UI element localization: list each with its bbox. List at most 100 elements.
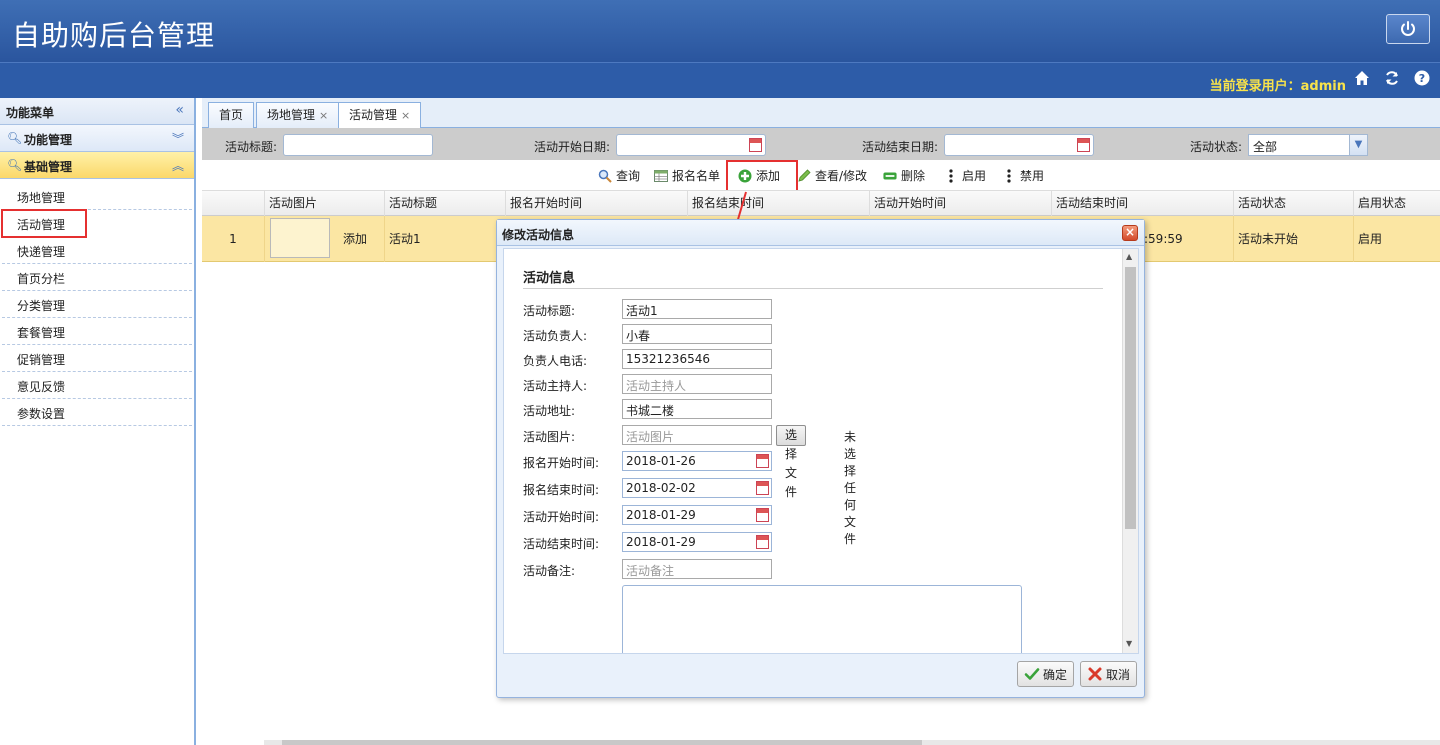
field-label: 活动备注: bbox=[523, 564, 576, 578]
search-icon: 🔍︎ bbox=[7, 131, 23, 145]
activity-address-input[interactable]: 书城二楼 bbox=[622, 399, 772, 419]
sidebar-item-category[interactable]: 分类管理 bbox=[2, 291, 192, 318]
filter-title-input[interactable] bbox=[283, 134, 433, 156]
sidebar-item-promotion[interactable]: 促销管理 bbox=[2, 345, 192, 372]
user-bar: 当前登录用户：admin ? bbox=[0, 62, 1440, 98]
search-icon: 🔍︎ bbox=[7, 158, 23, 172]
vertical-scrollbar[interactable]: ▲ ▼ bbox=[1122, 249, 1138, 653]
table-icon bbox=[654, 169, 668, 182]
column-header[interactable]: 活动结束时间 bbox=[1051, 191, 1233, 216]
field-label: 活动开始时间: bbox=[523, 510, 600, 524]
activity-image-input[interactable]: 活动图片 bbox=[622, 425, 772, 445]
home-icon[interactable] bbox=[1354, 70, 1370, 86]
filter-title-label: 活动标题: bbox=[225, 140, 278, 154]
filter-start-date-input[interactable] bbox=[616, 134, 766, 156]
scroll-up-icon[interactable]: ▲ bbox=[1126, 252, 1132, 261]
column-header[interactable]: 活动开始时间 bbox=[869, 191, 1051, 216]
scrollbar-thumb[interactable] bbox=[1125, 267, 1136, 529]
activity-title-input[interactable]: 活动1 bbox=[622, 299, 772, 319]
enable-button[interactable]: 启用 bbox=[944, 167, 986, 184]
dialog-body: 活动信息 活动标题: 活动1 活动负责人: 小春 负责人电话: 15321236… bbox=[503, 248, 1139, 654]
delete-button[interactable]: 删除 bbox=[883, 167, 925, 184]
filter-status-label: 活动状态: bbox=[1190, 140, 1243, 154]
tab-strip: 首页 场地管理 × 活动管理 × bbox=[202, 98, 1440, 129]
column-header[interactable]: 报名开始时间 bbox=[505, 191, 687, 216]
sidebar-item-venue[interactable]: 场地管理 bbox=[2, 183, 192, 210]
scroll-down-icon[interactable]: ▼ bbox=[1126, 639, 1132, 648]
field-label: 活动结束时间: bbox=[523, 537, 600, 551]
column-header[interactable]: 启用状态 bbox=[1353, 191, 1440, 216]
tab-label: 首页 bbox=[219, 108, 244, 122]
filter-status-select[interactable]: 全部 ▼ bbox=[1248, 134, 1368, 156]
tab-activity[interactable]: 活动管理 × bbox=[338, 102, 422, 129]
filter-start-label: 活动开始日期: bbox=[534, 140, 611, 154]
activity-image-cell: 添加 bbox=[264, 216, 384, 262]
sidebar-group-function[interactable]: 🔍︎ 功能管理 ︾ bbox=[0, 125, 194, 152]
activity-host-input[interactable]: 活动主持人 bbox=[622, 374, 772, 394]
filter-bar: 活动标题: 活动开始日期: 活动结束日期: 活动状态: 全部 ▼ bbox=[202, 128, 1440, 160]
logout-button[interactable] bbox=[1386, 14, 1430, 44]
view-edit-button[interactable]: 查看/修改 bbox=[797, 167, 867, 184]
column-header[interactable]: 活动状态 bbox=[1233, 191, 1353, 216]
scrollbar-thumb[interactable] bbox=[282, 740, 922, 745]
sidebar-item-activity[interactable]: 活动管理 bbox=[1, 209, 87, 238]
sidebar-group-label: 功能管理 bbox=[24, 133, 73, 147]
disable-button[interactable]: 禁用 bbox=[1002, 167, 1044, 184]
sidebar-title: 功能菜单 bbox=[6, 106, 55, 120]
calendar-icon[interactable] bbox=[756, 481, 769, 495]
calendar-icon[interactable] bbox=[1077, 138, 1090, 152]
choose-file-button[interactable]: 选择文件 bbox=[776, 425, 807, 499]
sidebar-group-label: 基础管理 bbox=[24, 160, 73, 174]
collapse-sidebar-icon[interactable]: « bbox=[175, 102, 184, 118]
svg-text:?: ? bbox=[1419, 72, 1425, 85]
more-vertical-icon bbox=[949, 168, 953, 183]
close-icon[interactable]: × bbox=[401, 109, 410, 122]
help-icon[interactable]: ? bbox=[1414, 70, 1430, 86]
refresh-icon[interactable] bbox=[1384, 70, 1400, 86]
more-vertical-icon bbox=[1007, 168, 1011, 183]
cancel-button[interactable]: 取消 bbox=[1080, 661, 1138, 687]
signup-start-date-input[interactable]: 2018-01-26 bbox=[622, 451, 772, 471]
sidebar-group-basic[interactable]: 🔍︎ 基础管理 ︽ bbox=[0, 152, 194, 179]
sidebar-item-express[interactable]: 快递管理 bbox=[2, 237, 192, 264]
signup-end-date-input[interactable]: 2018-02-02 bbox=[622, 478, 772, 498]
activity-leader-input[interactable]: 小春 bbox=[622, 324, 772, 344]
delete-label: 删除 bbox=[901, 169, 926, 183]
pencil-icon bbox=[798, 168, 811, 182]
date-value: 2018-01-29 bbox=[626, 535, 696, 549]
confirm-button[interactable]: 确定 bbox=[1017, 661, 1075, 687]
column-header[interactable]: 活动图片 bbox=[264, 191, 384, 216]
column-header[interactable]: 报名结束时间 bbox=[687, 191, 869, 216]
column-header[interactable]: 活动标题 bbox=[384, 191, 505, 216]
close-icon[interactable]: × bbox=[319, 109, 328, 122]
tab-venue[interactable]: 场地管理 × bbox=[256, 102, 340, 128]
tab-home[interactable]: 首页 bbox=[208, 102, 255, 128]
activity-status-cell: 活动未开始 bbox=[1233, 216, 1353, 262]
signup-list-button[interactable]: 报名名单 bbox=[654, 167, 720, 184]
calendar-icon[interactable] bbox=[756, 454, 769, 468]
calendar-icon[interactable] bbox=[756, 535, 769, 549]
status-select-value: 全部 bbox=[1253, 140, 1278, 154]
horizontal-scrollbar[interactable] bbox=[264, 740, 1440, 745]
activity-end-date-input[interactable]: 2018-01-29 bbox=[622, 532, 772, 552]
sidebar-item-settings[interactable]: 参数设置 bbox=[2, 399, 192, 426]
remark-textarea[interactable] bbox=[622, 585, 1022, 653]
field-label: 报名结束时间: bbox=[523, 483, 600, 497]
sidebar-item-home-column[interactable]: 首页分栏 bbox=[2, 264, 192, 291]
sidebar-item-package[interactable]: 套餐管理 bbox=[2, 318, 192, 345]
sidebar-item-feedback[interactable]: 意见反馈 bbox=[2, 372, 192, 399]
filter-end-date-input[interactable] bbox=[944, 134, 1094, 156]
calendar-icon[interactable] bbox=[749, 138, 762, 152]
calendar-icon[interactable] bbox=[756, 508, 769, 522]
leader-phone-input[interactable]: 15321236546 bbox=[622, 349, 772, 369]
cancel-label: 取消 bbox=[1106, 667, 1131, 682]
query-button[interactable]: 查询 bbox=[598, 167, 640, 184]
dialog-titlebar[interactable]: 修改活动信息 × bbox=[497, 220, 1144, 246]
activity-start-date-input[interactable]: 2018-01-29 bbox=[622, 505, 772, 525]
field-label: 活动地址: bbox=[523, 404, 576, 418]
field-label: 报名开始时间: bbox=[523, 456, 600, 470]
activity-remark-input[interactable]: 活动备注 bbox=[622, 559, 772, 579]
close-icon[interactable]: × bbox=[1122, 225, 1138, 241]
tab-label: 活动管理 bbox=[349, 108, 398, 122]
section-title: 活动信息 bbox=[523, 271, 576, 286]
